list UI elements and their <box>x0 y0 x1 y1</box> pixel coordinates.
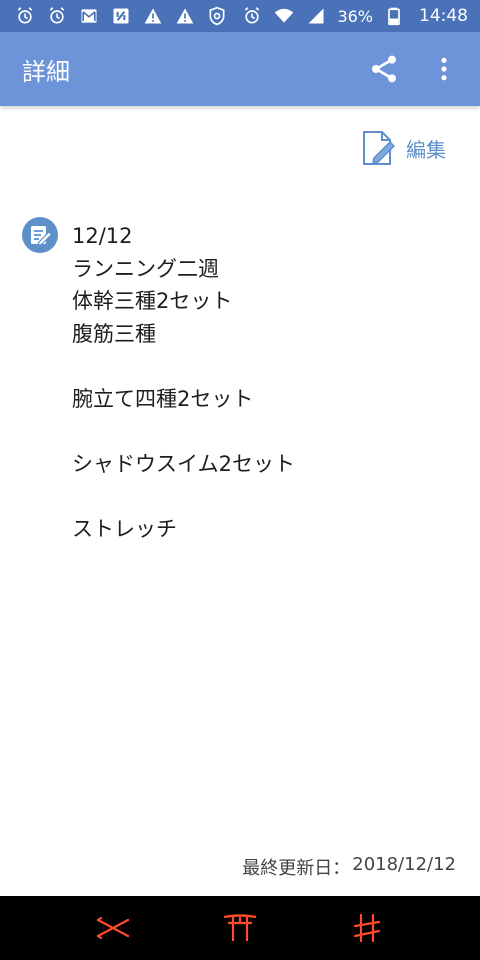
alarm-icon <box>14 5 36 27</box>
warning-icon <box>142 5 164 27</box>
alarm-icon <box>46 5 68 27</box>
page-title: 詳細 <box>22 57 70 86</box>
alarm-icon <box>241 5 263 27</box>
mail-icon <box>78 5 100 27</box>
home-icon <box>223 914 257 941</box>
home-button[interactable] <box>216 904 264 952</box>
more-vert-icon <box>441 57 447 81</box>
edit-label: 編集 <box>406 137 446 162</box>
share-button[interactable] <box>366 51 402 87</box>
app-actions <box>366 51 462 87</box>
battery-icon <box>383 5 405 27</box>
last-updated-label: 最終更新日： <box>242 858 351 879</box>
bottom-navigation <box>0 896 480 960</box>
app-icon <box>110 5 132 27</box>
wifi-icon <box>273 5 295 27</box>
back-button[interactable] <box>343 904 391 952</box>
edit-button[interactable]: 編集 <box>358 124 446 172</box>
recents-icon <box>97 916 130 940</box>
recents-button[interactable] <box>89 904 137 952</box>
battery-percent: 36% <box>337 6 373 26</box>
status-bar: 36% 14:48 <box>0 0 480 32</box>
edit-document-icon <box>363 131 396 165</box>
back-icon <box>353 913 380 943</box>
last-updated-value: 2018/12/12 <box>352 854 456 875</box>
last-updated: 最終更新日： 2018/12/12 <box>242 854 456 880</box>
warning-icon <box>174 5 196 27</box>
more-options-button[interactable] <box>426 51 462 87</box>
vpn-shield-icon <box>206 5 228 27</box>
status-right-icons: 36% 14:48 <box>241 5 468 27</box>
memo-text: 12/12 ランニング二週 体幹三種2セット 腹筋三種 腕立て四種2セット シャ… <box>72 224 295 541</box>
share-icon <box>372 55 396 83</box>
clock-time: 14:48 <box>419 6 468 26</box>
signal-icon <box>305 5 327 27</box>
memo-icon <box>22 217 58 253</box>
status-left-icons <box>14 5 228 27</box>
app-bar: 詳細 <box>0 32 480 106</box>
